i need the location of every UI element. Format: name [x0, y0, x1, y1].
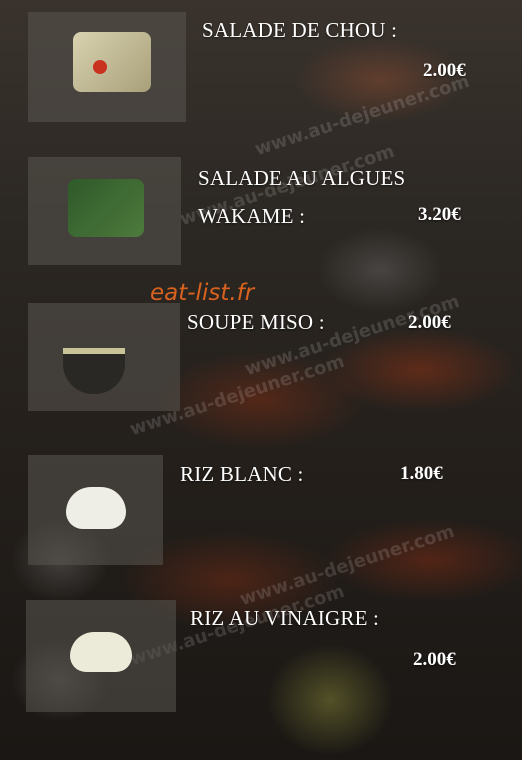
item-name: SOUPE MISO :	[187, 310, 325, 334]
tomato-icon	[93, 60, 107, 74]
bowl-icon	[63, 348, 125, 394]
item-price: 2.00€	[408, 312, 451, 333]
miso-soup-photo	[28, 303, 180, 411]
item-name: RIZ AU VINAIGRE :	[190, 606, 380, 630]
item-name-continued: WAKAME :	[198, 204, 306, 228]
item-name: SALADE DE CHOU :	[202, 18, 398, 42]
rice-bowl-icon	[66, 487, 126, 529]
item-name: SALADE AU ALGUES	[198, 166, 406, 190]
item-price: 2.00€	[423, 60, 466, 81]
white-rice-photo	[28, 455, 163, 565]
vinegar-rice-photo	[26, 600, 176, 712]
cabbage-salad-photo	[28, 12, 186, 122]
rice-bowl-icon	[70, 632, 132, 672]
wakame-seaweed-salad-photo	[28, 157, 181, 265]
plate-icon	[68, 179, 144, 237]
item-price: 2.00€	[413, 649, 456, 670]
item-price: 1.80€	[400, 463, 443, 484]
item-price: 3.20€	[418, 204, 461, 225]
plate-icon	[73, 32, 151, 92]
item-name: RIZ BLANC :	[180, 462, 304, 486]
